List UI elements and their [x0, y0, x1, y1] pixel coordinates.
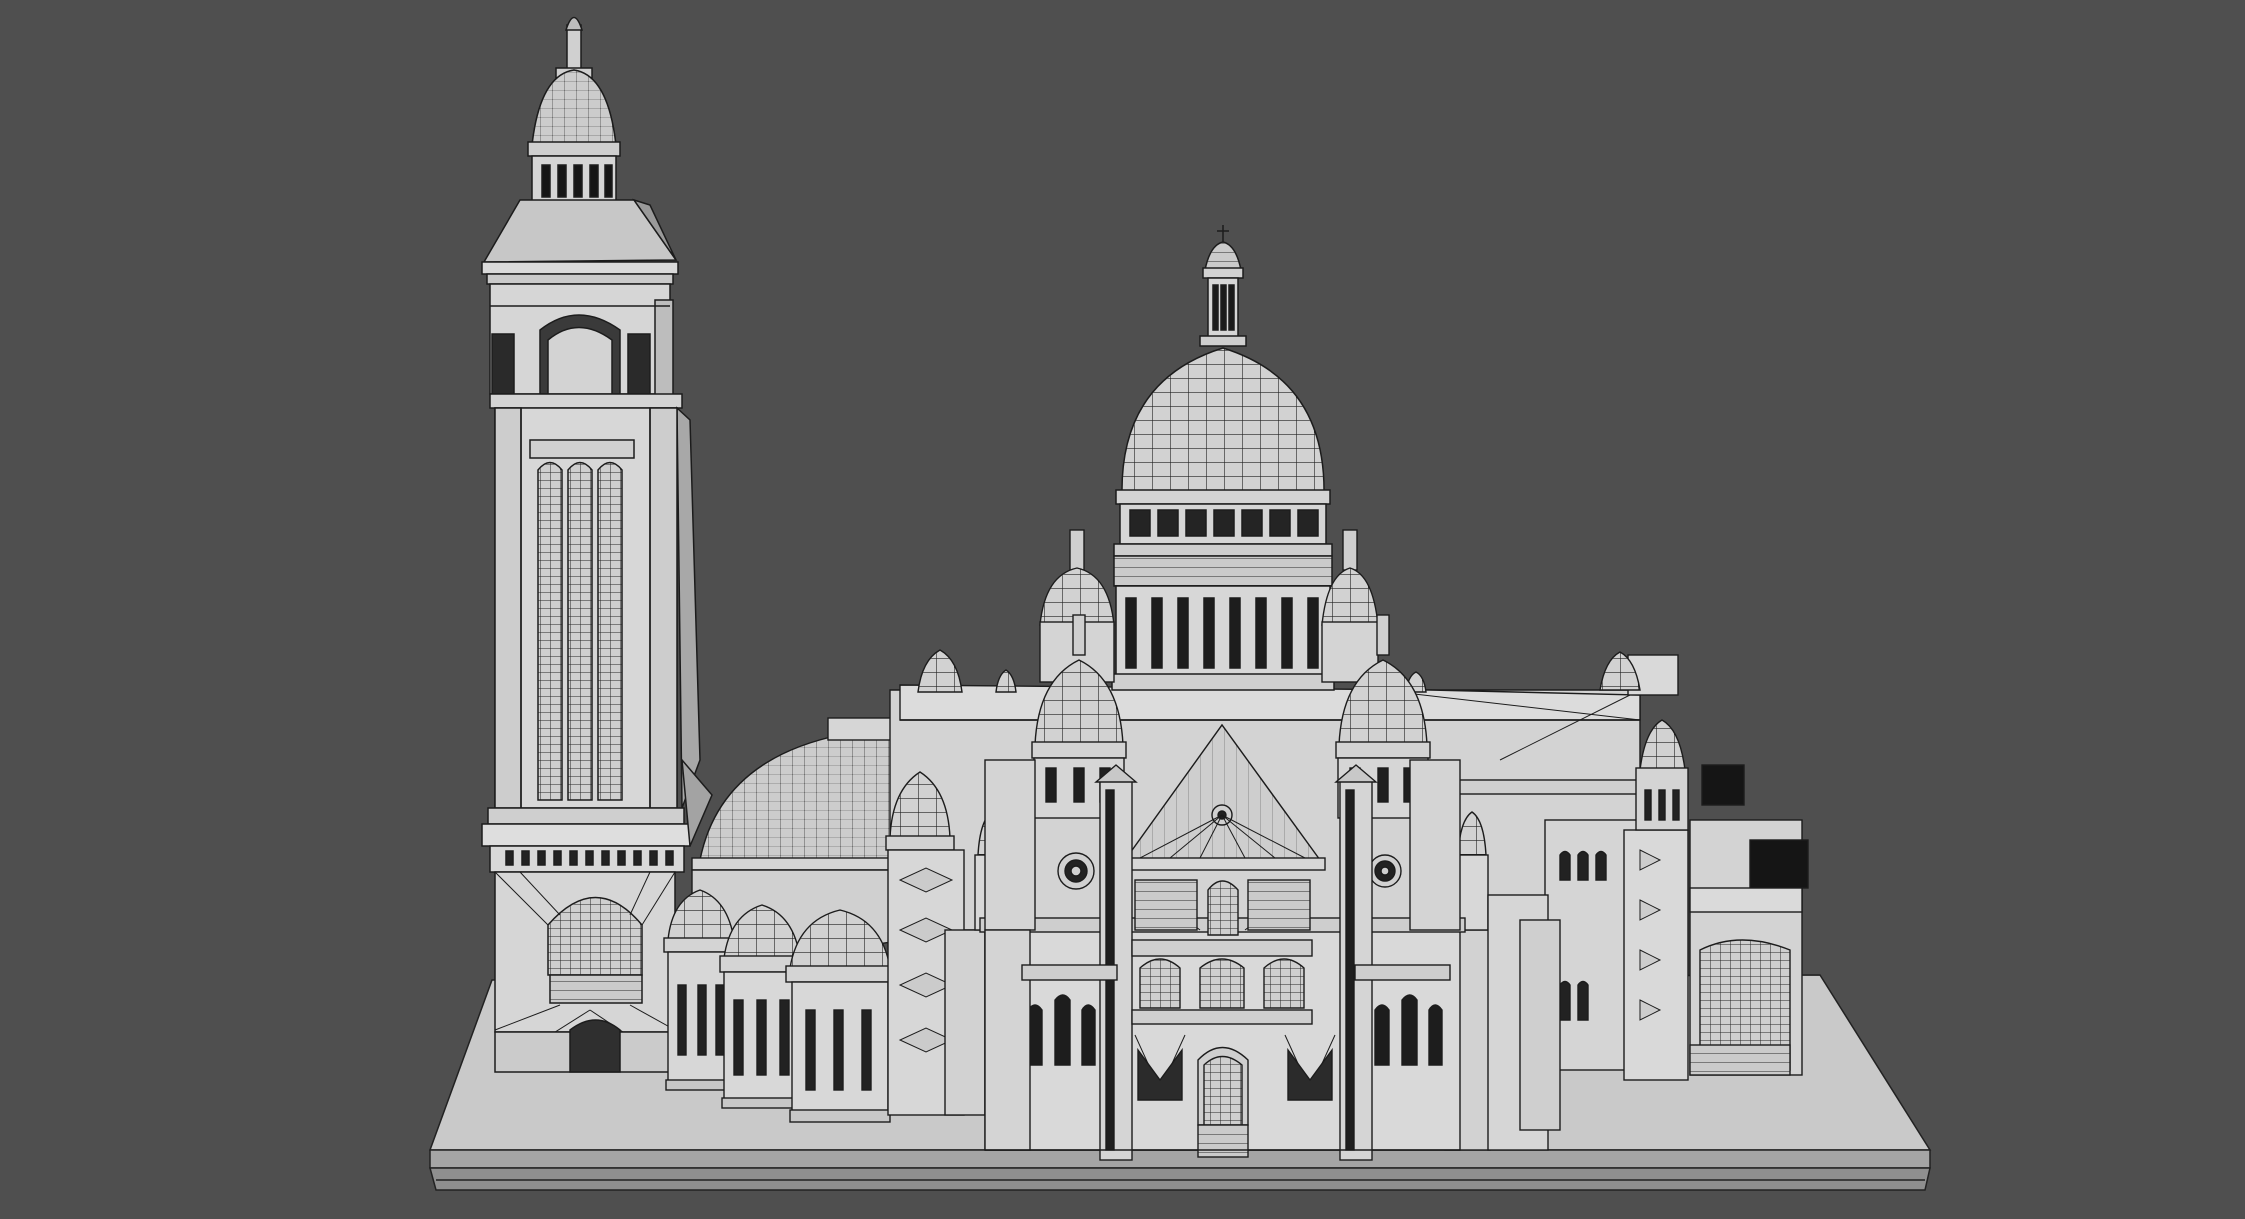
basilica-model-render: [0, 0, 2245, 1219]
radiating-chapels: [663, 889, 895, 1123]
3d-viewport: [0, 0, 2245, 1219]
